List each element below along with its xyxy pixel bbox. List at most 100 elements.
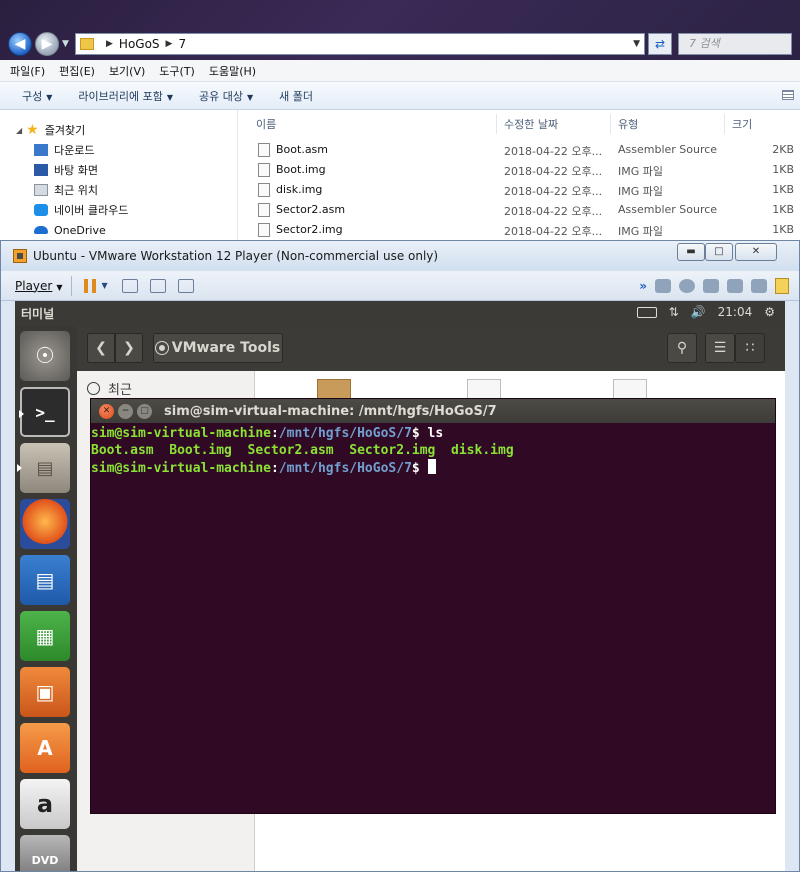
document-icon: ▤ (35, 568, 55, 592)
sound-card-icon[interactable] (751, 279, 767, 293)
nav-item-recent-places[interactable]: 최근 위치 (34, 180, 98, 200)
view-options-icon[interactable] (782, 90, 794, 100)
keyboard-icon[interactable] (636, 306, 657, 318)
send-ctrl-alt-del-icon[interactable] (121, 278, 138, 293)
software-center-launcher-icon[interactable]: A (20, 723, 70, 773)
impress-launcher-icon[interactable]: ▣ (20, 667, 70, 717)
file-row[interactable]: Sector2.asm 2018-04-22 오후... Assembler S… (238, 200, 800, 220)
double-chevron-icon[interactable]: » (639, 279, 647, 293)
prompt-path: /mnt/hgfs/HoGoS/7 (278, 426, 412, 441)
file-date: 2018-04-22 오후... (504, 205, 603, 218)
dvd-launcher-icon[interactable]: DVD (20, 835, 70, 871)
chevron-down-icon: ▼ (56, 282, 63, 292)
address-dropdown-icon[interactable]: ▼ (633, 39, 640, 49)
nav-item-desktop[interactable]: 바탕 화면 (34, 160, 98, 180)
terminal-titlebar[interactable]: ✕ − □ sim@sim-virtual-machine: /mnt/hgfs… (91, 399, 775, 423)
file-size: 2KB (772, 143, 794, 156)
share-with-label: 공유 대상 (199, 89, 244, 103)
terminal-output[interactable]: sim@sim-virtual-machine:/mnt/hgfs/HoGoS/… (91, 425, 775, 477)
nav-item-onedrive[interactable]: OneDrive (34, 220, 106, 240)
column-header-size[interactable]: 크기 (732, 116, 752, 132)
file-date: 2018-04-22 오후... (504, 185, 603, 198)
file-date: 2018-04-22 오후... (504, 165, 603, 178)
file-date: 2018-04-22 오후... (504, 145, 603, 158)
breadcrumb-segment[interactable]: HoGoS (119, 37, 160, 51)
column-header-date[interactable]: 수정한 날짜 (504, 116, 558, 132)
terminal-launcher-icon[interactable]: >_ (19, 387, 70, 437)
maximize-button[interactable]: □ (137, 403, 152, 419)
minimize-button[interactable]: ▬ (677, 243, 705, 261)
network-adapter-icon[interactable] (703, 279, 719, 293)
path-bar-button[interactable]: VMware Tools (153, 333, 283, 363)
menu-help[interactable]: 도움말(H) (209, 63, 256, 79)
unity-mode-icon[interactable] (177, 278, 194, 293)
nav-item-label: 최근 위치 (54, 184, 98, 197)
share-with-button[interactable]: 공유 대상 ▼ (199, 88, 253, 104)
file-type: Assembler Source (618, 203, 718, 216)
column-header-name[interactable]: 이름 (256, 116, 276, 132)
sidebar-item-recent[interactable]: 최근 (87, 379, 132, 398)
calc-launcher-icon[interactable]: ▦ (20, 611, 70, 661)
maximize-button[interactable]: □ (705, 243, 733, 261)
gear-icon[interactable]: ⚙ (764, 305, 775, 319)
amazon-launcher-icon[interactable]: a (20, 779, 70, 829)
file-row[interactable]: disk.img 2018-04-22 오후... IMG 파일 1KB (238, 180, 800, 200)
column-header-type[interactable]: 유형 (618, 116, 638, 132)
include-in-library-button[interactable]: 라이브러리에 포함 ▼ (78, 88, 173, 104)
nav-item-downloads[interactable]: 다운로드 (34, 140, 94, 160)
search-input[interactable]: 7 검색 (678, 33, 792, 55)
file-row[interactable]: Boot.asm 2018-04-22 오후... Assembler Sour… (238, 140, 800, 160)
collapse-icon[interactable]: ◢ (16, 126, 22, 135)
volume-icon[interactable]: 🔊 (691, 305, 706, 319)
back-button[interactable]: ❮ (87, 333, 115, 363)
grid-view-button[interactable]: ∷ (735, 333, 765, 363)
guest-display[interactable]: 터미널 ⇅ 🔊 21:04 ⚙ ☉ >_ ▤ ▤ ▦ ▣ A a DVD ❮ ❯… (15, 301, 785, 871)
column-divider[interactable] (496, 114, 497, 134)
nav-favorites[interactable]: ◢ ★ 즐겨찾기 (16, 120, 85, 140)
clock[interactable]: 21:04 (718, 305, 753, 319)
back-button[interactable]: ◀ (8, 32, 32, 56)
files-launcher-icon[interactable]: ▤ (17, 443, 70, 493)
power-options-chevron-icon[interactable]: ▼ (102, 281, 108, 290)
column-divider[interactable] (724, 114, 725, 134)
writer-launcher-icon[interactable]: ▤ (20, 555, 70, 605)
dash-home-icon[interactable]: ☉ (20, 331, 70, 381)
img-file-icon (258, 163, 270, 177)
file-row[interactable]: Sector2.img 2018-04-22 오후... IMG 파일 1KB (238, 220, 800, 240)
player-menu[interactable]: Player ▼ (15, 279, 63, 293)
network-icon[interactable]: ⇅ (669, 305, 679, 319)
pause-icon[interactable] (83, 278, 96, 293)
minimize-button[interactable]: − (118, 403, 133, 419)
recent-pages-chevron-icon[interactable]: ▼ (62, 39, 69, 49)
refresh-button[interactable]: ⇄ (648, 33, 672, 55)
column-divider[interactable] (610, 114, 611, 134)
cd-dvd-icon[interactable] (679, 279, 695, 293)
address-bar[interactable]: ▶ HoGoS ▶ 7 ▼ (75, 33, 645, 55)
files-headerbar: ❮ ❯ VMware Tools ⚲ ☰ ∷ (77, 326, 785, 371)
menu-file[interactable]: 파일(F) (10, 63, 45, 79)
list-view-button[interactable]: ☰ (705, 333, 735, 363)
file-row[interactable]: Boot.img 2018-04-22 오후... IMG 파일 1KB (238, 160, 800, 180)
message-log-icon[interactable] (775, 278, 789, 294)
vmware-titlebar[interactable]: Ubuntu - VMware Workstation 12 Player (N… (1, 241, 799, 271)
terminal-window[interactable]: ✕ − □ sim@sim-virtual-machine: /mnt/hgfs… (90, 398, 776, 814)
close-button[interactable]: ✕ (99, 403, 114, 419)
forward-button[interactable]: ❯ (115, 333, 143, 363)
search-button[interactable]: ⚲ (667, 333, 697, 363)
firefox-launcher-icon[interactable] (20, 499, 70, 549)
nav-item-naver-cloud[interactable]: 네이버 클라우드 (34, 200, 128, 220)
forward-button[interactable]: ▶ (35, 32, 59, 56)
hard-disk-icon[interactable] (655, 279, 671, 293)
vmware-toolbar: Player ▼ ▼ » (1, 271, 799, 301)
close-button[interactable]: ✕ (735, 243, 777, 261)
organize-button[interactable]: 구성 ▼ (22, 88, 52, 104)
breadcrumb-segment[interactable]: 7 (178, 37, 186, 51)
menu-view[interactable]: 보기(V) (109, 63, 145, 79)
menu-tools[interactable]: 도구(T) (159, 63, 195, 79)
fit-guest-icon[interactable] (149, 278, 166, 293)
menu-edit[interactable]: 편집(E) (59, 63, 95, 79)
file-type: Assembler Source (618, 143, 718, 156)
printer-icon[interactable] (727, 279, 743, 293)
terminal-title: sim@sim-virtual-machine: /mnt/hgfs/HoGoS… (164, 403, 497, 419)
new-folder-button[interactable]: 새 폴더 (279, 88, 313, 104)
